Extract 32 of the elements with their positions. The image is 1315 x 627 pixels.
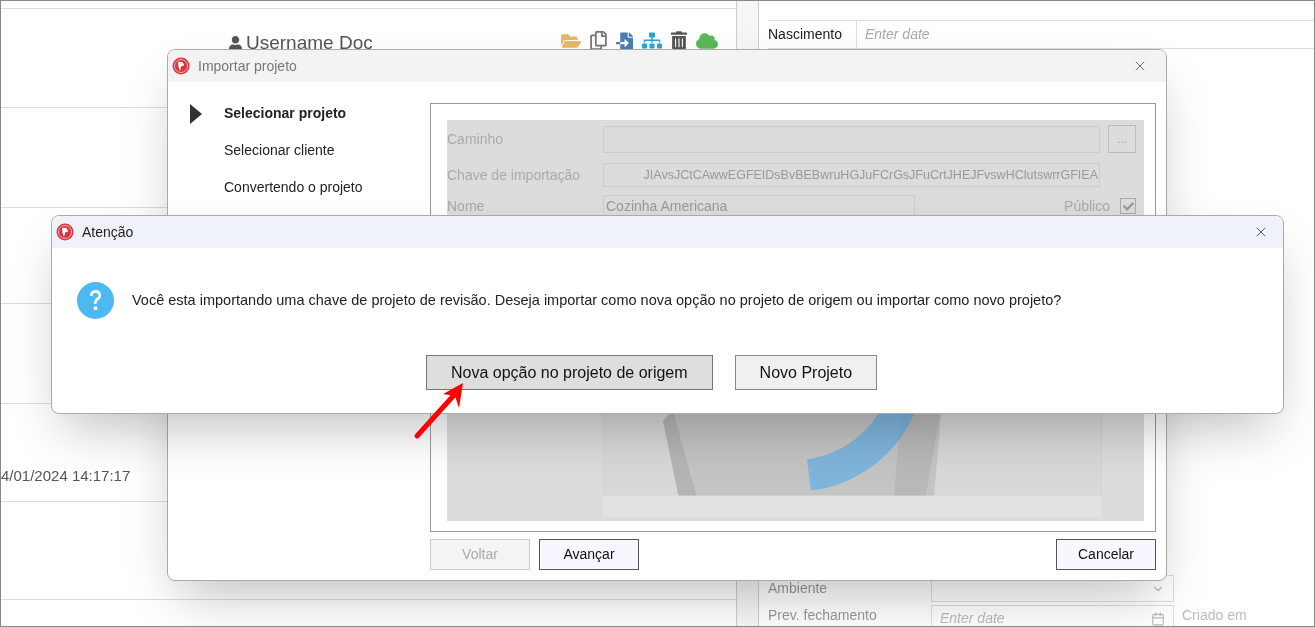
field-label: Criado em: [1182, 606, 1247, 625]
field-label: Prev. fechamento: [768, 606, 878, 625]
field-label: Ambiente: [768, 579, 829, 598]
app-logo-icon: [56, 223, 74, 241]
alert-message: Você esta importando uma chave de projeto de revisão. Deseja importar como nova opção no projeto de origem ou importar como novo projeto?: [132, 290, 1062, 310]
public-checkbox[interactable]: [1120, 198, 1136, 214]
wizard-step: Selecionar projeto: [190, 102, 430, 125]
user-name: Username Doc: [246, 31, 373, 55]
import-key-field[interactable]: JIAvsJCtCAwwEGFEIDsBvBEBwruHGJuFCrGsJFuCrtJHEJFvswHClutswrrGFIEA: [603, 163, 1100, 187]
trash-icon[interactable]: [671, 31, 687, 50]
dialog-button[interactable]: Cancelar: [1056, 539, 1156, 570]
alert-button[interactable]: Nova opção no projeto de origem: [426, 355, 713, 390]
dialog-title: Atenção: [82, 222, 134, 242]
dialog-button[interactable]: Avançar: [539, 539, 639, 570]
wizard-step: Selecionar cliente: [190, 139, 430, 162]
date-field[interactable]: Enter date: [931, 605, 1174, 626]
wizard-step: Convertendo o projeto: [190, 176, 430, 199]
question-icon: [77, 282, 114, 319]
current-step-icon: [190, 103, 202, 124]
cloud-icon[interactable]: [696, 31, 718, 50]
calendar-icon: [1151, 611, 1165, 626]
file-import-icon[interactable]: [616, 31, 633, 50]
folder-icon[interactable]: [561, 31, 581, 50]
dialog-title: Importar projeto: [198, 56, 297, 76]
timestamp: 4/01/2024 14:17:17: [1, 465, 131, 486]
browse-button[interactable]: ...: [1108, 125, 1136, 153]
copy-icon[interactable]: [590, 31, 607, 50]
alert-button[interactable]: Novo Projeto: [734, 355, 878, 390]
date-field[interactable]: Enter date: [856, 21, 1314, 48]
field-label: Nascimento: [768, 25, 843, 44]
app-logo-icon: [172, 57, 190, 75]
hierarchy-icon[interactable]: [642, 31, 662, 50]
